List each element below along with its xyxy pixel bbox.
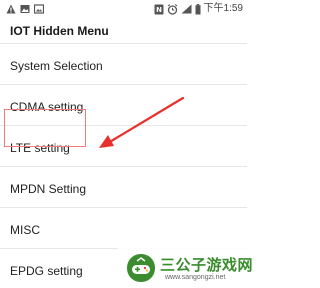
game-controller-logo-icon <box>127 254 155 282</box>
watermark-url: www.sangongzi.net <box>165 274 226 281</box>
watermark-text: 三公子游戏网 <box>160 257 254 274</box>
watermark: 三公子游戏网 www.sangongzi.net <box>118 248 253 288</box>
arrow-annotation <box>99 96 185 148</box>
